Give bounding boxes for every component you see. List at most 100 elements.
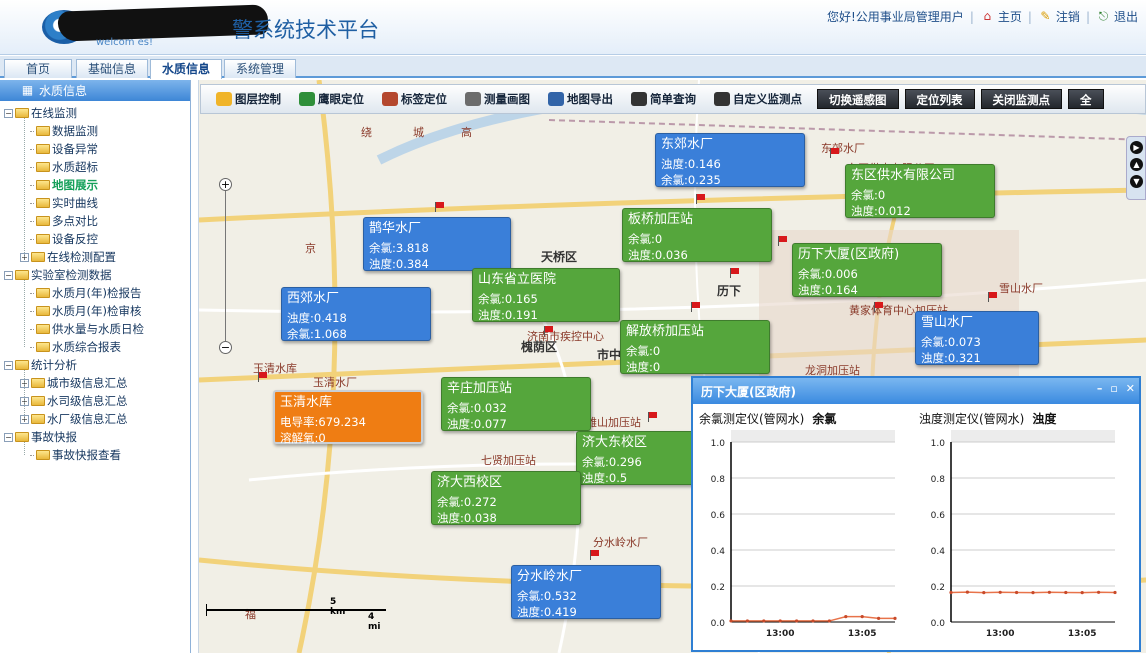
- measure-draw-tool[interactable]: 测量画图: [456, 87, 539, 111]
- chart-window[interactable]: 历下大厦(区政府) – ▫ ✕ 余氯测定仪(管网水) 余氯 浊度测定仪(管网水) 浊…: [691, 376, 1141, 652]
- station-name: 济大西校区: [437, 475, 503, 490]
- left-chart-series: 余氯: [812, 412, 837, 426]
- chlorine-chart: 0.0 0.2 0.4 0.6 0.8 1.0 13:00 13:05: [711, 430, 897, 639]
- collapse-icon[interactable]: −: [4, 360, 13, 370]
- pan-right-icon[interactable]: ▶: [1130, 141, 1143, 154]
- tree-guide: [24, 442, 25, 455]
- tree-item[interactable]: + 水厂级信息汇总: [20, 410, 128, 428]
- monitor-flag-icon[interactable]: [648, 412, 657, 422]
- zoom-out-button[interactable]: −: [219, 341, 232, 354]
- tree-item[interactable]: 多点对比: [30, 212, 98, 230]
- map-export-tool[interactable]: 地图导出: [539, 87, 622, 111]
- tree-item[interactable]: 设备异常: [30, 140, 98, 158]
- tree-item[interactable]: + 水司级信息汇总: [20, 392, 128, 410]
- collapse-icon[interactable]: −: [4, 432, 13, 442]
- station-popup[interactable]: 辛庄加压站 余氯:0.032 浊度:0.077: [441, 377, 591, 431]
- collapse-icon[interactable]: −: [4, 108, 13, 118]
- minimize-icon[interactable]: –: [1097, 382, 1103, 395]
- tree-guide: [24, 370, 25, 419]
- pan-up-icon[interactable]: ▲: [1130, 158, 1143, 171]
- tree-group[interactable]: − 在线监测: [4, 104, 77, 122]
- maximize-icon[interactable]: ▫: [1110, 382, 1117, 395]
- station-reading-1: 余氯:0: [626, 344, 661, 358]
- data-point: [982, 591, 986, 595]
- monitor-flag-icon[interactable]: [691, 302, 700, 312]
- layer-control-tool[interactable]: 图层控制: [207, 87, 290, 111]
- tree-item[interactable]: 地图展示: [30, 176, 98, 194]
- folder-icon: [36, 144, 50, 154]
- tree-group[interactable]: − 统计分析: [4, 356, 77, 374]
- separator: |: [969, 9, 974, 24]
- station-popup[interactable]: 东区供水有限公司 余氯:0 浊度:0.012: [845, 164, 995, 218]
- tab-home[interactable]: 首页: [4, 59, 72, 78]
- station-popup[interactable]: 板桥加压站 余氯:0 浊度:0.036: [622, 208, 772, 262]
- station-reading-2: 浊度:0.012: [851, 204, 911, 218]
- tree-item[interactable]: 水质超标: [30, 158, 98, 176]
- collapse-icon[interactable]: −: [4, 270, 13, 280]
- chart-header-band: [731, 430, 895, 442]
- tab-system-management[interactable]: 系统管理: [224, 59, 296, 78]
- simple-query-tool[interactable]: 简单查询: [622, 87, 705, 111]
- tree-group[interactable]: − 事故快报: [4, 428, 77, 446]
- monitor-flag-icon[interactable]: [544, 326, 553, 336]
- tool-label: 标签定位: [401, 92, 447, 106]
- tree-group[interactable]: − 实验室检测数据: [4, 266, 112, 284]
- data-point: [1097, 590, 1101, 594]
- station-popup[interactable]: 分水岭水厂 余氯:0.532 浊度:0.419: [511, 565, 661, 619]
- monitor-flag-icon[interactable]: [258, 372, 267, 382]
- station-reading-1: 余氯:0.272: [437, 495, 497, 509]
- station-popup[interactable]: 玉清水库 电导率:679.234 溶解氧:0: [273, 390, 423, 445]
- custom-monitor-point-tool[interactable]: 自定义监测点: [705, 87, 811, 111]
- tool-label: 测量画图: [484, 92, 530, 106]
- monitor-flag-icon[interactable]: [590, 550, 599, 560]
- tree-item[interactable]: 水质月(年)检报告: [30, 284, 141, 302]
- logout-link[interactable]: ✎ 注销: [1038, 8, 1080, 25]
- station-reading-1: 余氯:0.532: [517, 589, 577, 603]
- pan-down-icon[interactable]: ▼: [1130, 175, 1143, 188]
- switch-satellite-button[interactable]: 切换遥感图: [817, 89, 899, 109]
- tree-item[interactable]: 水质综合报表: [30, 338, 121, 356]
- close-icon[interactable]: ✕: [1126, 382, 1135, 395]
- tab-water-quality[interactable]: 水质信息: [150, 59, 222, 79]
- tree-item[interactable]: 设备反控: [30, 230, 98, 248]
- station-popup[interactable]: 济大西校区 余氯:0.272 浊度:0.038: [431, 471, 581, 525]
- locate-list-button[interactable]: 定位列表: [904, 89, 975, 109]
- label-locate-tool[interactable]: 标签定位: [373, 87, 456, 111]
- tree-item[interactable]: 数据监测: [30, 122, 98, 140]
- tree-connector: [30, 184, 34, 186]
- eagle-eye-locate-tool[interactable]: 鹰眼定位: [290, 87, 373, 111]
- tree-connector: [30, 130, 34, 132]
- home-link[interactable]: ⌂ 主页: [980, 8, 1022, 25]
- tree-item[interactable]: 水质月(年)检审核: [30, 302, 141, 320]
- monitor-flag-icon[interactable]: [874, 302, 883, 312]
- close-monitor-button[interactable]: 关闭监测点: [980, 89, 1062, 109]
- chart-window-titlebar[interactable]: 历下大厦(区政府) – ▫ ✕: [693, 378, 1139, 404]
- zoom-slider-track[interactable]: [225, 191, 226, 341]
- monitor-flag-icon[interactable]: [830, 148, 839, 158]
- station-popup[interactable]: 西郊水厂 浊度:0.418 余氯:1.068: [281, 287, 431, 341]
- monitor-flag-icon[interactable]: [696, 194, 705, 204]
- zoom-in-button[interactable]: +: [219, 178, 232, 191]
- monitor-flag-icon[interactable]: [778, 236, 787, 246]
- monitor-flag-icon[interactable]: [730, 268, 739, 278]
- station-popup[interactable]: 鹊华水厂 余氯:3.818 浊度:0.384: [363, 217, 511, 271]
- tab-basic-info[interactable]: 基础信息: [76, 59, 148, 78]
- station-popup[interactable]: 东郊水厂 浊度:0.146 余氯:0.235: [655, 133, 805, 187]
- station-popup[interactable]: 山东省立医院 余氯:0.165 浊度:0.191: [472, 268, 620, 322]
- monitor-flag-icon[interactable]: [988, 292, 997, 302]
- tree-item[interactable]: 事故快报查看: [30, 446, 121, 464]
- greeting-text: 您好!公用事业局管理用户: [827, 10, 964, 24]
- station-popup[interactable]: 解放桥加压站 余氯:0 浊度:0: [620, 320, 770, 374]
- fullscreen-button[interactable]: 全: [1068, 89, 1104, 109]
- monitor-flag-icon[interactable]: [435, 202, 444, 212]
- station-popup[interactable]: 历下大厦(区政府) 余氯:0.006 浊度:0.164: [792, 243, 942, 297]
- tree-item[interactable]: 供水量与水质日检: [30, 320, 144, 338]
- data-point: [965, 590, 969, 594]
- tree-item[interactable]: + 城市级信息汇总: [20, 374, 128, 392]
- tree-item[interactable]: + 在线检测配置: [20, 248, 116, 266]
- tree-item[interactable]: 实时曲线: [30, 194, 98, 212]
- station-popup[interactable]: 雪山水厂 余氯:0.073 浊度:0.321: [915, 311, 1039, 365]
- exit-link[interactable]: ⎋ 退出: [1096, 8, 1138, 25]
- data-point: [827, 619, 831, 623]
- scale-km: 5 km: [330, 597, 346, 617]
